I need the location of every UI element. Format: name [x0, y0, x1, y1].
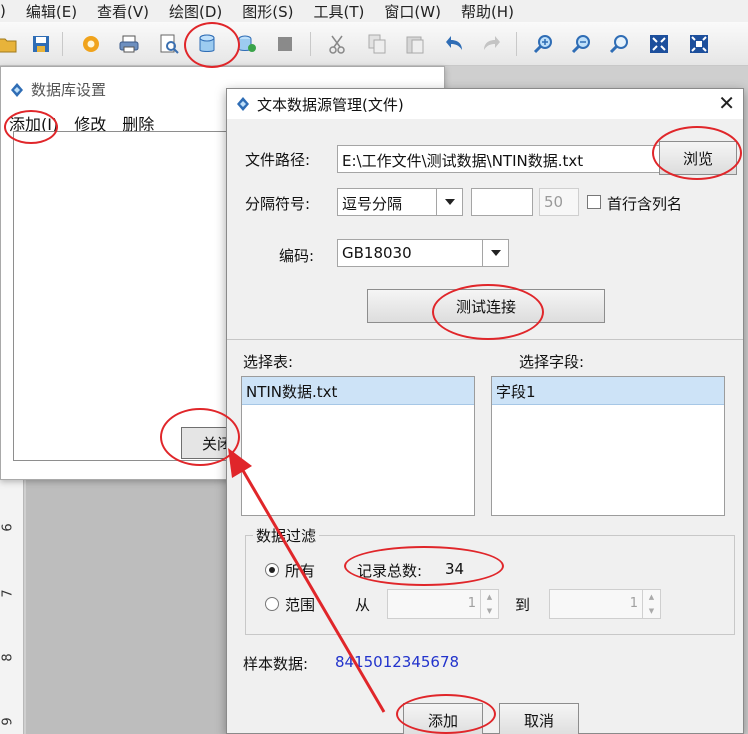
annotation-arrow: [228, 448, 386, 713]
